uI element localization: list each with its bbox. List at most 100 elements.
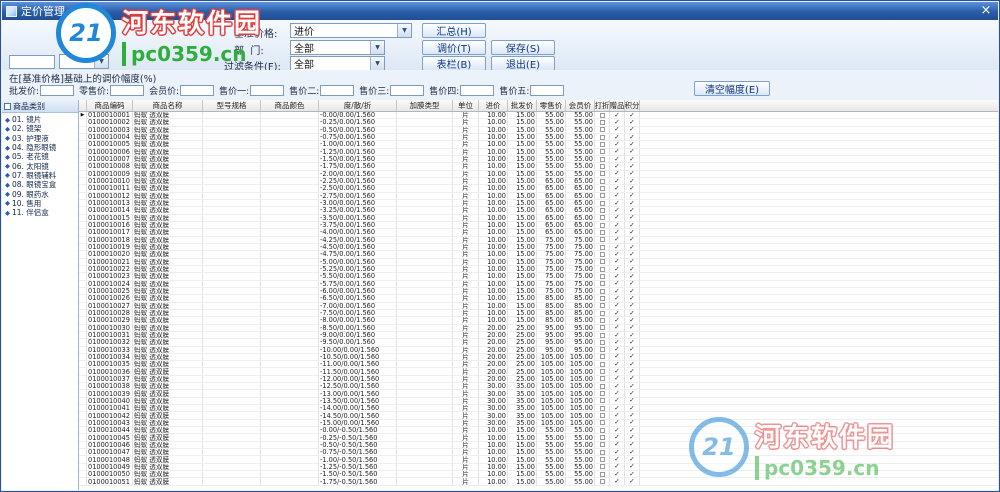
- table-row[interactable]: 0100010024蚂蚁 透双膜-5.75/0.00/1.560片10.0015…: [79, 281, 998, 288]
- cell-gift-checkbox[interactable]: ✓: [610, 251, 625, 257]
- cell-gift-checkbox[interactable]: ✓: [610, 127, 625, 133]
- base-price-combo[interactable]: 进价 ▼: [290, 23, 412, 38]
- cell-points-checkbox[interactable]: ✓: [625, 259, 640, 265]
- tree-item-category[interactable]: ◆03. 护理液: [2, 134, 78, 143]
- cell-gift-checkbox[interactable]: ✓: [610, 295, 625, 301]
- cell-points-checkbox[interactable]: ✓: [625, 427, 640, 433]
- cell-gift-checkbox[interactable]: ✓: [610, 347, 625, 353]
- cell-discount-checkbox[interactable]: [595, 134, 610, 140]
- cell-gift-checkbox[interactable]: ✓: [610, 325, 625, 331]
- cell-points-checkbox[interactable]: ✓: [625, 420, 640, 426]
- cell-discount-checkbox[interactable]: [595, 317, 610, 323]
- table-row[interactable]: ▶0100010001蚂蚁 透双膜-0.00/0.00/1.560片10.001…: [79, 112, 998, 119]
- table-row[interactable]: 0100010037蚂蚁 透双膜-12.00/0.00/1.560片20.002…: [79, 376, 998, 383]
- cell-discount-checkbox[interactable]: [595, 390, 610, 396]
- table-row[interactable]: 0100010026蚂蚁 透双膜-6.50/0.00/1.560片10.0015…: [79, 295, 998, 302]
- cell-gift-checkbox[interactable]: ✓: [610, 119, 625, 125]
- grid-column-header[interactable]: 加膜类型: [397, 100, 453, 111]
- table-row[interactable]: 0100010040蚂蚁 透双膜-13.50/0.00/1.560片30.003…: [79, 398, 998, 405]
- cell-gift-checkbox[interactable]: ✓: [610, 471, 625, 477]
- cell-points-checkbox[interactable]: ✓: [625, 229, 640, 235]
- cell-points-checkbox[interactable]: ✓: [625, 471, 640, 477]
- cell-discount-checkbox[interactable]: [595, 420, 610, 426]
- cell-gift-checkbox[interactable]: ✓: [610, 456, 625, 462]
- cell-gift-checkbox[interactable]: ✓: [610, 339, 625, 345]
- cell-gift-checkbox[interactable]: ✓: [610, 464, 625, 470]
- grid-column-header[interactable]: 型号规格: [203, 100, 261, 111]
- cell-gift-checkbox[interactable]: ✓: [610, 229, 625, 235]
- grid-column-header[interactable]: 零售价: [537, 100, 566, 111]
- table-row[interactable]: 0100010017蚂蚁 透双膜-4.00/0.00/1.560片10.0015…: [79, 229, 998, 236]
- cell-points-checkbox[interactable]: ✓: [625, 405, 640, 411]
- adjust-field-input[interactable]: [390, 85, 424, 96]
- tree-item-category[interactable]: ◆06. 太阳镜: [2, 161, 78, 170]
- cell-discount-checkbox[interactable]: [595, 310, 610, 316]
- summary-button[interactable]: 汇总(H): [422, 23, 486, 38]
- cell-discount-checkbox[interactable]: [595, 347, 610, 353]
- cell-points-checkbox[interactable]: ✓: [625, 127, 640, 133]
- table-row[interactable]: 0100010045蚂蚁 透双膜-0.25/-0.50/1.560片10.001…: [79, 434, 998, 441]
- cell-points-checkbox[interactable]: ✓: [625, 295, 640, 301]
- table-row[interactable]: 0100010013蚂蚁 透双膜-3.00/0.00/1.560片10.0015…: [79, 200, 998, 207]
- cell-gift-checkbox[interactable]: ✓: [610, 141, 625, 147]
- cell-points-checkbox[interactable]: ✓: [625, 156, 640, 162]
- cell-gift-checkbox[interactable]: ✓: [610, 134, 625, 140]
- adjust-field-input[interactable]: [110, 85, 144, 96]
- table-row[interactable]: 0100010042蚂蚁 透双膜-14.50/0.00/1.560片30.003…: [79, 412, 998, 419]
- adjust-field-input[interactable]: [40, 85, 74, 96]
- cell-points-checkbox[interactable]: ✓: [625, 193, 640, 199]
- cell-gift-checkbox[interactable]: ✓: [610, 368, 625, 374]
- cell-points-checkbox[interactable]: ✓: [625, 281, 640, 287]
- cell-gift-checkbox[interactable]: ✓: [610, 178, 625, 184]
- tree-item-category[interactable]: ◆05. 老花镜: [2, 152, 78, 161]
- cell-points-checkbox[interactable]: ✓: [625, 442, 640, 448]
- cell-discount-checkbox[interactable]: [595, 222, 610, 228]
- cell-points-checkbox[interactable]: ✓: [625, 200, 640, 206]
- adjust-field-input[interactable]: [180, 85, 214, 96]
- cell-discount-checkbox[interactable]: [595, 288, 610, 294]
- cell-points-checkbox[interactable]: ✓: [625, 185, 640, 191]
- cell-points-checkbox[interactable]: ✓: [625, 390, 640, 396]
- table-row[interactable]: 0100010018蚂蚁 透双膜-4.25/0.00/1.560片10.0015…: [79, 237, 998, 244]
- cell-gift-checkbox[interactable]: ✓: [610, 442, 625, 448]
- table-row[interactable]: 0100010004蚂蚁 透双膜-0.75/0.00/1.560片10.0015…: [79, 134, 998, 141]
- table-row[interactable]: 0100010035蚂蚁 透双膜-11.00/0.00/1.560片20.002…: [79, 361, 998, 368]
- cell-discount-checkbox[interactable]: [595, 412, 610, 418]
- cell-gift-checkbox[interactable]: ✓: [610, 354, 625, 360]
- cell-discount-checkbox[interactable]: [595, 207, 610, 213]
- cell-gift-checkbox[interactable]: ✓: [610, 193, 625, 199]
- cell-gift-checkbox[interactable]: ✓: [610, 281, 625, 287]
- adjust-price-button[interactable]: 调价(T): [422, 40, 486, 55]
- chevron-down-icon[interactable]: ▼: [370, 57, 384, 70]
- grid-column-header[interactable]: 打折: [595, 100, 610, 111]
- cell-discount-checkbox[interactable]: [595, 442, 610, 448]
- cell-discount-checkbox[interactable]: [595, 332, 610, 338]
- cell-points-checkbox[interactable]: ✓: [625, 434, 640, 440]
- table-row[interactable]: 0100010036蚂蚁 透双膜-11.50/0.00/1.560片20.002…: [79, 368, 998, 375]
- table-row[interactable]: 0100010007蚂蚁 透双膜-1.50/0.00/1.560片10.0015…: [79, 156, 998, 163]
- cell-discount-checkbox[interactable]: [595, 339, 610, 345]
- cell-gift-checkbox[interactable]: ✓: [610, 215, 625, 221]
- tree-item-category[interactable]: ◆11. 伴侣盒: [2, 208, 78, 217]
- cell-discount-checkbox[interactable]: [595, 156, 610, 162]
- cell-points-checkbox[interactable]: ✓: [625, 288, 640, 294]
- columns-button[interactable]: 表栏(B): [422, 56, 486, 71]
- grid-column-header[interactable]: 商品编码: [87, 100, 133, 111]
- cell-discount-checkbox[interactable]: [595, 119, 610, 125]
- table-row[interactable]: 0100010028蚂蚁 透双膜-7.50/0.00/1.560片10.0015…: [79, 310, 998, 317]
- cell-points-checkbox[interactable]: ✓: [625, 361, 640, 367]
- grid-column-header[interactable]: 单位: [453, 100, 479, 111]
- cell-discount-checkbox[interactable]: [595, 163, 610, 169]
- table-row[interactable]: 0100010050蚂蚁 透双膜-1.50/-0.50/1.560片10.001…: [79, 471, 998, 478]
- table-row[interactable]: 0100010022蚂蚁 透双膜-5.25/0.00/1.560片10.0015…: [79, 266, 998, 273]
- cell-discount-checkbox[interactable]: [595, 251, 610, 257]
- grid-column-header[interactable]: 商品颜色: [261, 100, 319, 111]
- cell-discount-checkbox[interactable]: [595, 127, 610, 133]
- cell-points-checkbox[interactable]: ✓: [625, 207, 640, 213]
- cell-discount-checkbox[interactable]: [595, 215, 610, 221]
- adjust-field-input[interactable]: [460, 85, 494, 96]
- cell-discount-checkbox[interactable]: [595, 434, 610, 440]
- cell-discount-checkbox[interactable]: [595, 149, 610, 155]
- cell-points-checkbox[interactable]: ✓: [625, 339, 640, 345]
- table-row[interactable]: 0100010021蚂蚁 透双膜-5.00/0.00/1.560片10.0015…: [79, 259, 998, 266]
